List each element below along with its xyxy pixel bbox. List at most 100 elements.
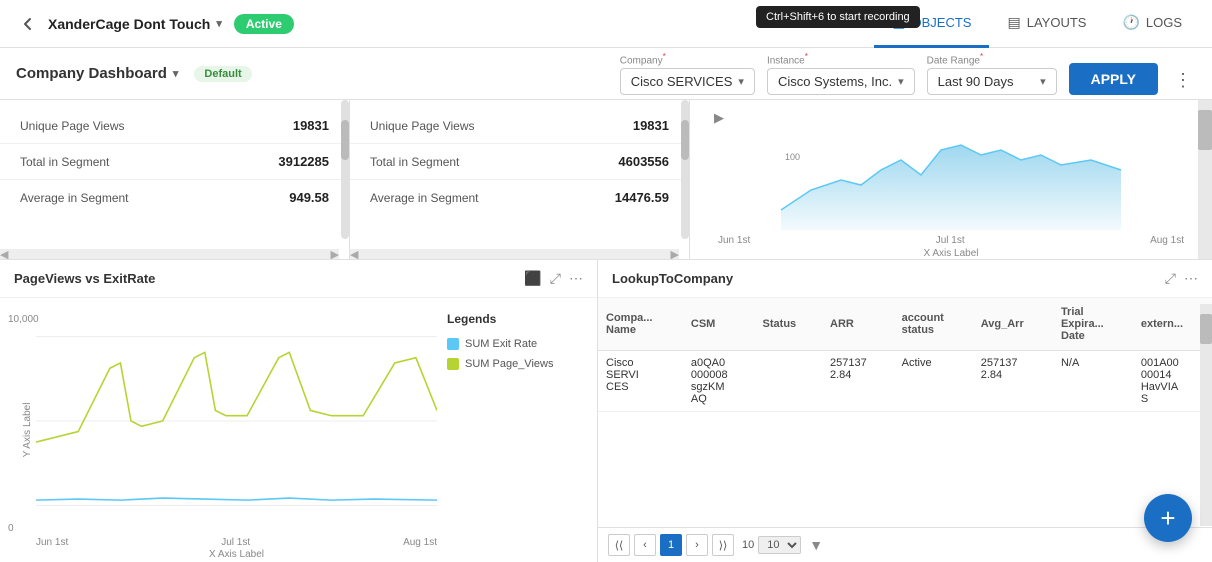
app-name-text: XanderCage Dont Touch [48, 16, 210, 32]
instance-select-value: Cisco Systems, Inc. [778, 74, 892, 89]
instance-filter: Instance* Cisco Systems, Inc. ▾ [767, 52, 915, 95]
app-name: XanderCage Dont Touch ▾ [48, 16, 222, 32]
lookup-more-icon[interactable]: ⋯ [1184, 270, 1198, 287]
table-row: Unique Page Views 19831 [350, 108, 689, 144]
stat-value: 4603556 [618, 154, 669, 169]
x-tick-3: Aug 1st [1150, 235, 1184, 246]
stats-table-1: Unique Page Views 19831 Total in Segment… [0, 100, 349, 223]
instance-select[interactable]: Cisco Systems, Inc. ▾ [767, 68, 915, 95]
legend-title: Legends [447, 312, 587, 326]
stat-value: 14476.59 [615, 190, 669, 205]
stat-label: Total in Segment [370, 155, 618, 169]
company-select[interactable]: Cisco SERVICES ▾ [620, 68, 755, 95]
date-range-select[interactable]: Last 90 Days ▾ [927, 68, 1057, 95]
hscroll-left-icon-2[interactable]: ◀ [350, 248, 358, 260]
instance-chevron-icon: ▾ [898, 75, 904, 88]
tab-logs[interactable]: 🕐 LOGS [1104, 0, 1200, 48]
dashboard-dropdown-icon[interactable]: ▾ [173, 67, 179, 80]
widget-download-icon[interactable]: ⬛ [524, 270, 541, 287]
col-status: Status [755, 298, 822, 351]
hscroll-left-icon[interactable]: ◀ [0, 248, 8, 260]
more-options-button[interactable]: ⋮ [1170, 66, 1196, 95]
logs-icon: 🕐 [1122, 14, 1139, 31]
page-first-button[interactable]: ⟨⟨ [608, 534, 630, 556]
top-chart-svg: 100 [714, 130, 1188, 230]
legend-dot-exit-rate [447, 338, 459, 350]
top-nav: XanderCage Dont Touch ▾ Active Ctrl+Shif… [0, 0, 1212, 48]
page-last-button[interactable]: ⟩⟩ [712, 534, 734, 556]
pagination-dropdown-icon[interactable]: ▼ [809, 537, 823, 553]
panel-scrollbar[interactable] [341, 100, 349, 239]
hscroll-right-icon[interactable]: ▶ [331, 248, 339, 260]
page-next-button[interactable]: › [686, 534, 708, 556]
pageviews-widget-title: PageViews vs ExitRate [14, 271, 516, 286]
page-1-button[interactable]: 1 [660, 534, 682, 556]
chart-vscroll[interactable] [1198, 100, 1212, 259]
cell-company-name: CiscoSERVICES [598, 351, 683, 412]
filter-group: Company* Cisco SERVICES ▾ Instance* Cisc… [620, 52, 1196, 95]
table-vscroll[interactable] [1200, 304, 1212, 526]
tooltip-popup: Ctrl+Shift+6 to start recording [756, 6, 920, 28]
lookup-table-container: Compa...Name CSM Status ARR accountstatu… [598, 298, 1212, 527]
y-tick-0: 0 [8, 523, 14, 534]
tab-objects-label: OBJECTS [912, 15, 972, 30]
lookup-expand-icon[interactable]: ⤢ [1165, 270, 1176, 287]
stat-value: 3912285 [278, 154, 329, 169]
legend-dot-page-views [447, 358, 459, 370]
y-axis-label: Y Axis Label [22, 403, 33, 458]
widget-more-icon[interactable]: ⋯ [569, 270, 583, 287]
stat-label: Unique Page Views [20, 119, 293, 133]
top-chart-x-ticks: Jun 1st Jul 1st Aug 1st [714, 235, 1188, 246]
lookup-widget-title: LookupToCompany [612, 271, 1157, 286]
tab-layouts[interactable]: ▤ LAYOUTS [989, 0, 1104, 48]
company-chevron-icon: ▾ [738, 75, 744, 88]
pageviews-widget: PageViews vs ExitRate ⬛ ⤢ ⋯ Y Axis Label… [0, 260, 598, 562]
back-button[interactable] [12, 8, 44, 40]
svg-text:100: 100 [785, 152, 800, 162]
stat-value: 19831 [633, 118, 669, 133]
date-range-chevron-icon: ▾ [1040, 75, 1046, 88]
cell-status [755, 351, 822, 412]
table-pagination: ⟨⟨ ‹ 1 › ⟩⟩ 10 10 25 50 ▼ [598, 527, 1212, 562]
page-prev-button[interactable]: ‹ [634, 534, 656, 556]
company-select-value: Cisco SERVICES [631, 74, 733, 89]
col-csm: CSM [683, 298, 755, 351]
tooltip-text: Ctrl+Shift+6 to start recording [766, 11, 910, 23]
pageviews-widget-header: PageViews vs ExitRate ⬛ ⤢ ⋯ [0, 260, 597, 298]
table-row: Total in Segment 4603556 [350, 144, 689, 180]
cell-trial-date: N/A [1053, 351, 1133, 412]
layouts-icon: ▤ [1007, 14, 1020, 31]
main-content: Unique Page Views 19831 Total in Segment… [0, 100, 1212, 562]
app-dropdown-icon[interactable]: ▾ [216, 17, 222, 30]
col-avg-arr: Avg_Arr [973, 298, 1053, 351]
legend-label-page-views: SUM Page_Views [465, 358, 553, 370]
x-tick-aug: Aug 1st [403, 537, 437, 548]
y-tick-10000: 10,000 [8, 314, 39, 325]
top-chart-x-label: X Axis Label [714, 248, 1188, 259]
date-range-select-value: Last 90 Days [938, 74, 1014, 89]
legend-item-page-views: SUM Page_Views [447, 358, 587, 370]
page-size-dropdown[interactable]: 10 25 50 [758, 536, 801, 554]
table-vscroll-thumb [1200, 314, 1212, 344]
table-row: Average in Segment 14476.59 [350, 180, 689, 215]
apply-button[interactable]: APPLY [1069, 63, 1158, 95]
sub-toolbar: Company Dashboard ▾ Default Company* Cis… [0, 48, 1212, 100]
lookup-widget: LookupToCompany ⤢ ⋯ Compa...Name CSM Sta… [598, 260, 1212, 562]
lookup-table: Compa...Name CSM Status ARR accountstatu… [598, 298, 1212, 412]
table-row: Unique Page Views 19831 [0, 108, 349, 144]
lookup-widget-header: LookupToCompany ⤢ ⋯ [598, 260, 1212, 298]
table-row: Average in Segment 949.58 [0, 180, 349, 215]
stats-table-2: Unique Page Views 19831 Total in Segment… [350, 100, 689, 223]
date-range-filter: Date Range* Last 90 Days ▾ [927, 52, 1057, 95]
fab-add-button[interactable]: + [1144, 494, 1192, 542]
widget-expand-icon[interactable]: ⤢ [550, 270, 561, 287]
company-filter: Company* Cisco SERVICES ▾ [620, 52, 755, 95]
panel-scrollbar-2[interactable] [681, 100, 689, 239]
x-tick-2: Jul 1st [936, 235, 965, 246]
cell-arr: 2571372.84 [822, 351, 894, 412]
stats-panel-2: Unique Page Views 19831 Total in Segment… [350, 100, 690, 259]
default-badge: Default [194, 66, 251, 82]
x-ticks: Jun 1st Jul 1st Aug 1st [36, 537, 437, 548]
table-row: CiscoSERVICES a0QA0000008sgzKMAQ 2571372… [598, 351, 1212, 412]
hscroll-right-icon-2[interactable]: ▶ [671, 248, 679, 260]
